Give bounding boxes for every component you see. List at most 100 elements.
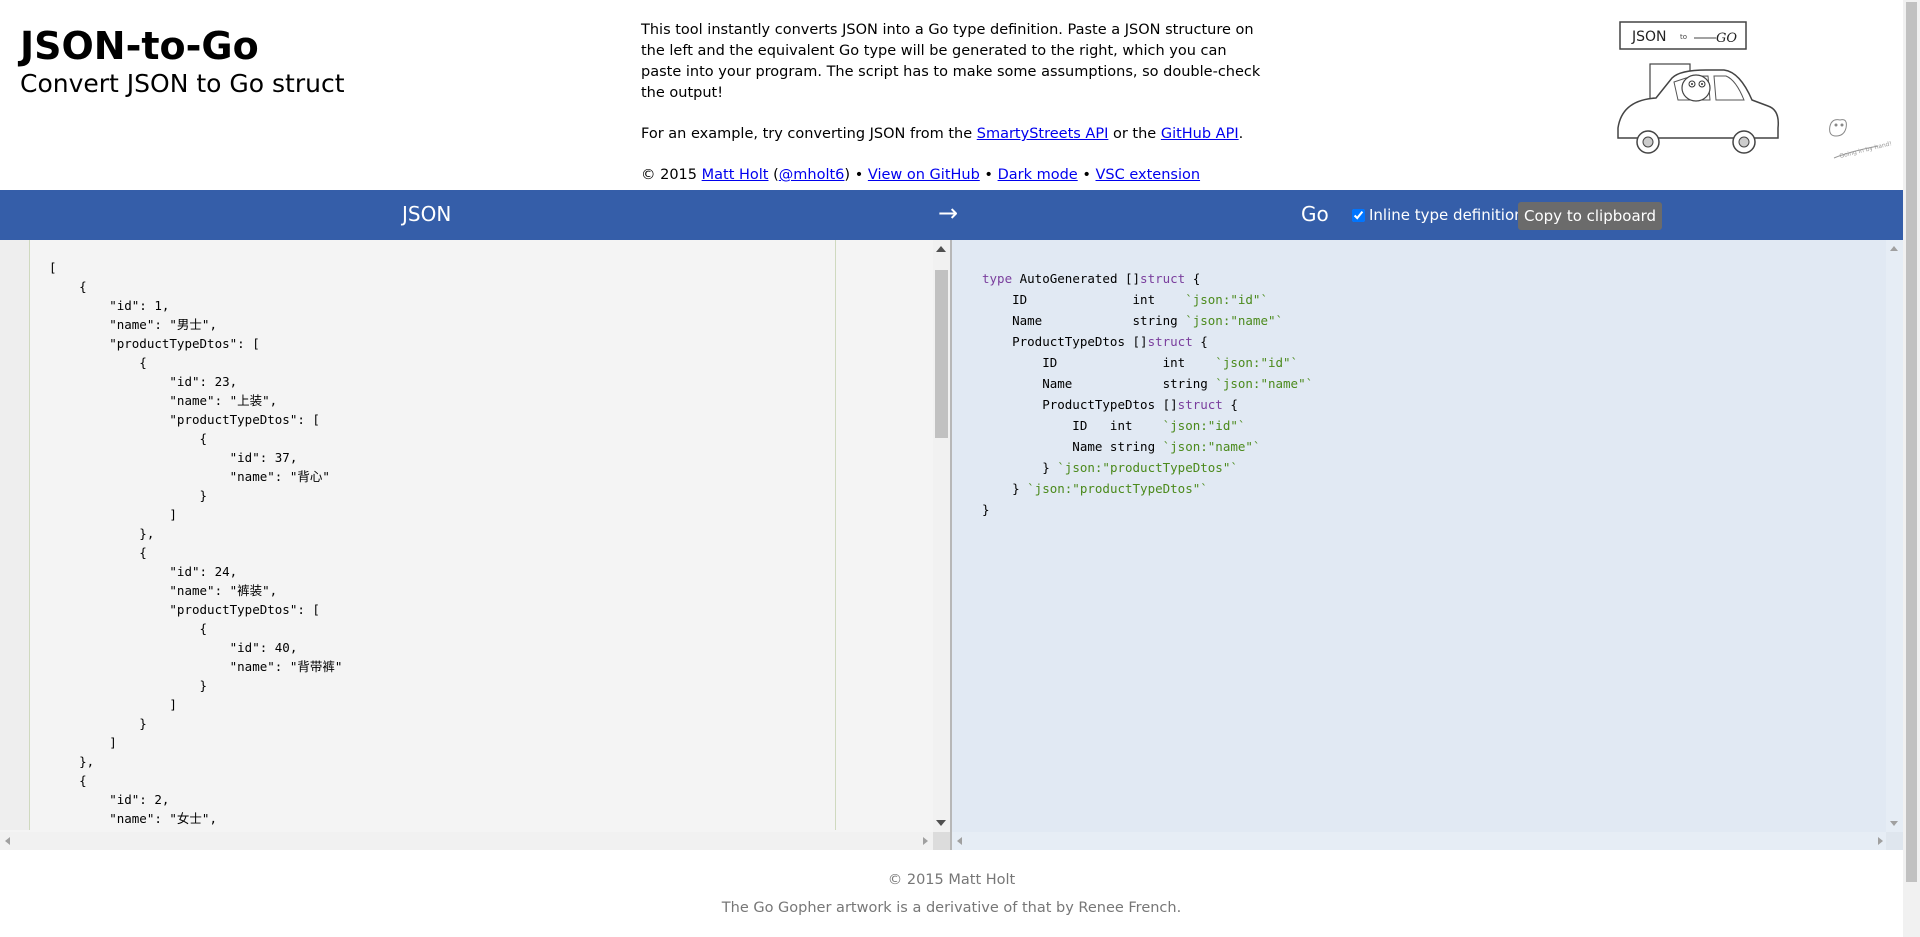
json-horizontal-scrollbar[interactable] (0, 832, 933, 850)
json-code-line: } (49, 678, 208, 693)
example-suffix: . (1238, 126, 1244, 142)
json-code-line: }, (49, 754, 95, 769)
go-code-line: ProductTypeDtos []struct { (982, 331, 1313, 352)
go-code-line: Name string `json:"name"` (982, 310, 1313, 331)
json-code-line: "productTypeDtos": [ (49, 336, 260, 351)
view-on-github-link[interactable]: View on GitHub (868, 167, 980, 183)
go-struct-tag: `json:"id"` (1162, 418, 1246, 433)
scroll-up-icon[interactable] (1890, 246, 1898, 251)
go-output-pane[interactable]: type AutoGenerated []struct { ID int `js… (950, 240, 1903, 850)
json-code-line: { (49, 355, 147, 370)
vsc-extension-link[interactable]: VSC extension (1096, 167, 1201, 183)
inline-type-definitions-checkbox[interactable] (1352, 208, 1365, 222)
inline-type-definitions-label: Inline type definitions (1369, 206, 1532, 224)
artwork-json-label: JSON (1631, 29, 1667, 45)
json-code-line: } (49, 488, 208, 503)
go-code-token: { (1222, 397, 1238, 412)
json-code-line: { (49, 431, 208, 446)
json-code-line: "name": "背心" (49, 469, 330, 484)
page-scrollbar-thumb[interactable] (1906, 2, 1917, 882)
copy-to-clipboard-button[interactable]: Copy to clipboard (1518, 202, 1663, 230)
toolbar: JSON → Go Inline type definitions Copy t… (0, 190, 1903, 240)
json-code-line: ] (49, 735, 117, 750)
resize-handle[interactable] (933, 832, 950, 850)
go-output-editor[interactable]: type AutoGenerated []struct { ID int `js… (982, 268, 1313, 520)
go-code-token: Name string (982, 313, 1186, 328)
brand: JSON-to-Go Convert JSON to Go struct (20, 24, 345, 100)
credits-separator: • (1077, 167, 1096, 183)
inline-type-definitions-option[interactable]: Inline type definitions (1352, 206, 1531, 224)
json-code-line: { (49, 279, 87, 294)
artwork-go-label: GO (1716, 31, 1737, 46)
json-code-line: "productTypeDtos": [ (49, 602, 320, 617)
scroll-left-icon[interactable] (957, 837, 962, 845)
go-code-token: ProductTypeDtos [] (982, 334, 1148, 349)
go-code-line: ID int `json:"id"` (982, 289, 1313, 310)
json-code-line: ] (49, 697, 177, 712)
json-code-line: "id": 40, (49, 640, 298, 655)
scroll-down-icon[interactable] (936, 820, 946, 826)
json-code-line: "name": "裤装", (49, 583, 278, 598)
scrollbar-thumb[interactable] (935, 270, 948, 438)
dark-mode-link[interactable]: Dark mode (998, 167, 1078, 183)
scroll-up-icon[interactable] (936, 246, 946, 252)
go-code-token: ID int (982, 292, 1186, 307)
page-title: JSON-to-Go (20, 24, 259, 68)
go-struct-tag: `json:"name"` (1215, 376, 1314, 391)
footer-copyright: © 2015 Matt Holt (887, 872, 1016, 888)
go-struct-tag: `json:"productTypeDtos"` (1027, 481, 1208, 496)
go-keyword: type (982, 271, 1013, 286)
footer-gopher-credit: The Go Gopher artwork is a derivative of… (721, 900, 1182, 916)
go-keyword: struct (1177, 397, 1223, 412)
go-code-line: } `json:"productTypeDtos"` (982, 457, 1313, 478)
twitter-handle-link[interactable]: @mholt6 (779, 167, 845, 183)
go-code-token: Name string (982, 376, 1216, 391)
json-code-line: { (49, 621, 208, 636)
credits-separator: • (979, 167, 998, 183)
go-code-line: ID int `json:"id"` (982, 352, 1313, 373)
resize-handle[interactable] (1886, 832, 1903, 850)
json-code-line: "name": "男士", (49, 317, 217, 332)
scroll-left-icon[interactable] (5, 837, 10, 845)
go-struct-tag: `json:"name"` (1185, 313, 1284, 328)
json-code-line: "id": 23, (49, 374, 238, 389)
go-struct-tag: `json:"id"` (1185, 292, 1268, 307)
json-code-line: } (49, 716, 147, 731)
json-code-line: "productTypeDtos": [ (49, 412, 320, 427)
json-code-line: "id": 37, (49, 450, 298, 465)
scroll-down-icon[interactable] (1890, 821, 1898, 826)
author-link[interactable]: Matt Holt (702, 167, 769, 183)
go-code-token: { (1192, 334, 1208, 349)
page-scrollbar[interactable] (1903, 0, 1920, 937)
scroll-right-icon[interactable] (1878, 837, 1883, 845)
go-struct-tag: `json:"name"` (1162, 439, 1261, 454)
json-vertical-scrollbar[interactable] (933, 240, 950, 832)
editor-margin-line (835, 240, 836, 830)
credits-open-paren: ( (768, 167, 779, 183)
go-code-line: } `json:"productTypeDtos"` (982, 478, 1313, 499)
go-code-token: } (982, 460, 1058, 475)
page-header: JSON-to-Go Convert JSON to Go struct Thi… (0, 0, 1903, 190)
arrow-icon: → (938, 199, 959, 227)
json-code-line: "name": "背带裤" (49, 659, 343, 674)
json-code-line: [ (49, 260, 57, 275)
json-code-line: { (49, 773, 87, 788)
github-api-link[interactable]: GitHub API (1161, 126, 1239, 142)
json-code-line: "name": "女士", (49, 811, 217, 826)
go-code-token: ID int (982, 418, 1163, 433)
go-struct-tag: `json:"id"` (1215, 355, 1299, 370)
go-code-token: { (1185, 271, 1201, 286)
go-vertical-scrollbar[interactable] (1886, 240, 1903, 832)
go-code-token: ProductTypeDtos [] (982, 397, 1178, 412)
json-pane-title: JSON (402, 202, 452, 226)
scroll-right-icon[interactable] (923, 837, 928, 845)
description-text: This tool instantly converts JSON into a… (641, 22, 1261, 101)
go-code-token: Name string (982, 439, 1163, 454)
svg-text:Going in by hand!: Going in by hand! (1839, 140, 1893, 160)
go-code-line: Name string `json:"name"` (982, 373, 1313, 394)
json-input-editor[interactable]: [ { "id": 1, "name": "男士", "productTypeD… (49, 258, 342, 828)
json-code-line: ] (49, 507, 177, 522)
smartystreets-link[interactable]: SmartyStreets API (977, 126, 1109, 142)
go-horizontal-scrollbar[interactable] (952, 832, 1888, 850)
json-input-pane[interactable]: [ { "id": 1, "name": "男士", "productTypeD… (0, 240, 950, 850)
